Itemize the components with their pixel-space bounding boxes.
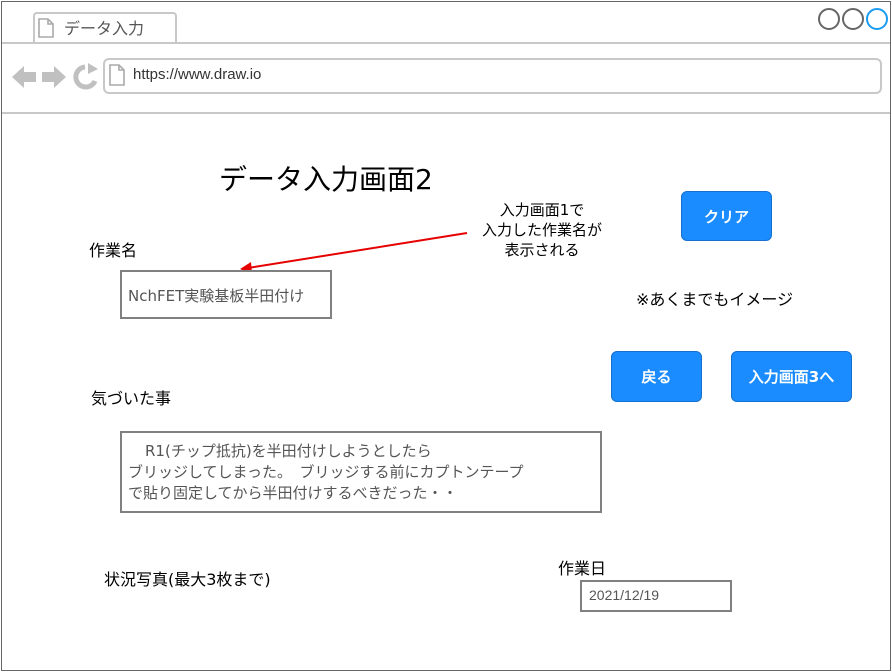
page-title: データ入力画面2: [219, 163, 433, 196]
tab-bar-divider: [2, 42, 890, 44]
notice-textarea[interactable]: R1(チップ抵抗)を半田付けしようとしたら ブリッジしてしまった。 ブリッジする…: [120, 431, 602, 513]
clear-button[interactable]: クリア: [681, 191, 772, 241]
window-circle-icon[interactable]: [866, 8, 888, 30]
window-controls: [818, 8, 888, 30]
photo-label: 状況写真(最大3枚まで): [104, 570, 271, 589]
nav-buttons: [12, 63, 98, 90]
image-note: ※あくまでもイメージ: [636, 290, 794, 309]
toolbar-divider: [2, 112, 890, 114]
page-icon: [109, 64, 125, 86]
window-circle-icon[interactable]: [842, 8, 864, 30]
task-name-label: 作業名: [89, 241, 138, 260]
back-arrow-icon[interactable]: [12, 66, 36, 88]
annotation-line: 入力画面1で: [499, 201, 585, 219]
forward-arrow-icon[interactable]: [42, 66, 66, 88]
document-icon: [38, 18, 54, 38]
next-screen-button[interactable]: 入力画面3へ: [731, 351, 852, 402]
url-text: https://www.draw.io: [133, 66, 262, 83]
notice-line: で貼り固定してから半田付けするべきだった・・: [128, 484, 458, 502]
back-button[interactable]: 戻る: [611, 351, 702, 402]
date-label: 作業日: [558, 559, 607, 578]
notice-line: R1(チップ抵抗)を半田付けしようとしたら: [145, 442, 432, 460]
date-field[interactable]: 2021/12/19: [580, 580, 732, 612]
task-name-field[interactable]: NchFET実験基板半田付け: [120, 270, 332, 319]
tab-title: データ入力: [64, 19, 145, 38]
reload-icon[interactable]: [73, 63, 98, 90]
notice-label: 気づいた事: [91, 389, 172, 408]
window-circle-icon[interactable]: [818, 8, 840, 30]
notice-line: ブリッジしてしまった。 ブリッジする前にカプトンテープ: [128, 463, 524, 481]
